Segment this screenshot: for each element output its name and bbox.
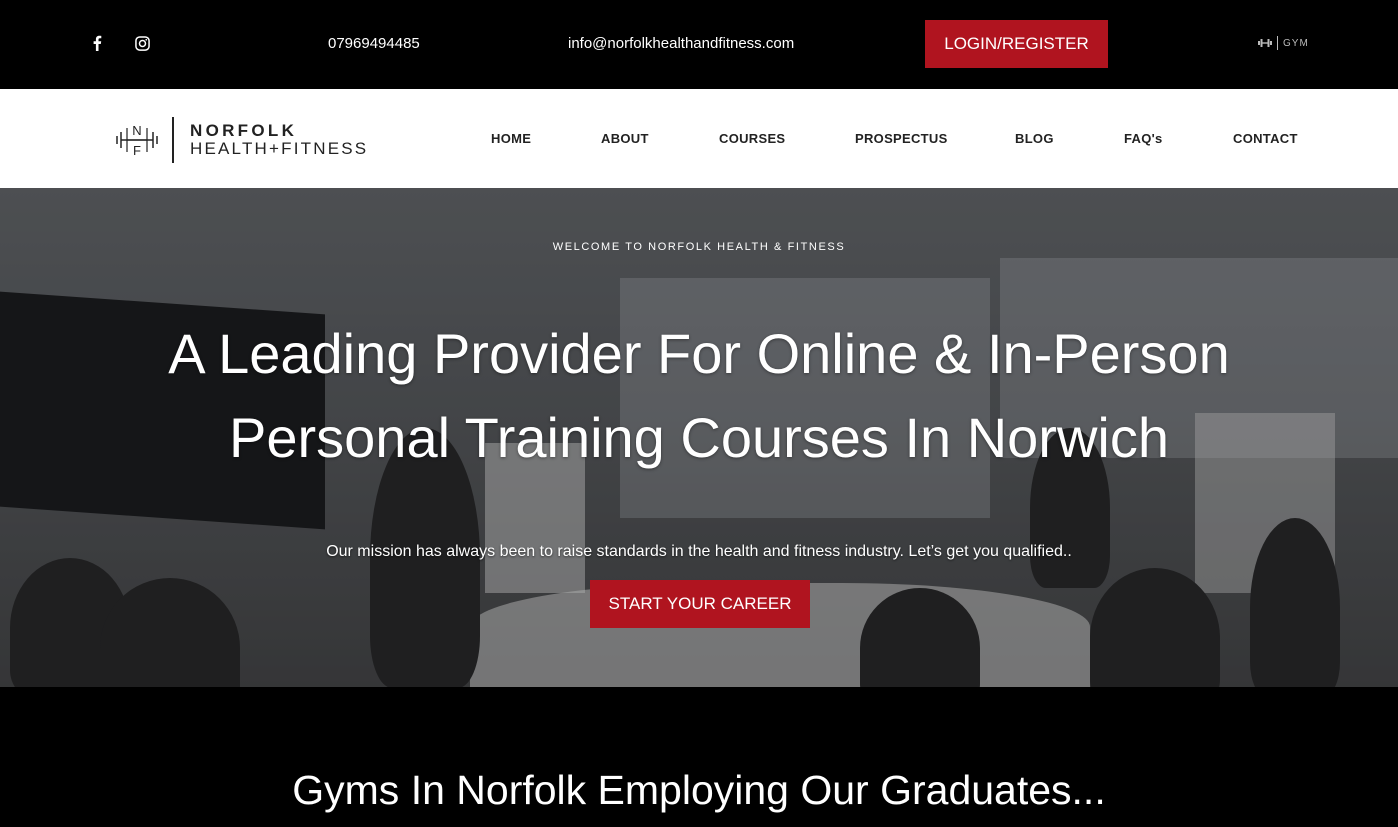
hero-title: A Leading Provider For Online & In-Perso… bbox=[0, 312, 1398, 480]
logo-divider bbox=[172, 117, 174, 163]
dumbbell-icon bbox=[1258, 39, 1272, 47]
hero-title-line1: A Leading Provider For Online & In-Perso… bbox=[168, 322, 1230, 385]
email-address[interactable]: info@norfolkhealthandfitness.com bbox=[568, 35, 794, 52]
nav-item-contact[interactable]: CONTACT bbox=[1233, 131, 1298, 146]
instagram-icon[interactable] bbox=[133, 34, 151, 52]
graduates-section: Gyms In Norfolk Employing Our Graduates.… bbox=[0, 687, 1398, 827]
phone-number[interactable]: 07969494485 bbox=[328, 35, 420, 52]
hero-subtitle: Our mission has always been to raise sta… bbox=[326, 543, 1072, 560]
nav-item-prospectus[interactable]: PROSPECTUS bbox=[855, 131, 948, 146]
nav-item-blog[interactable]: BLOG bbox=[1015, 131, 1054, 146]
svg-text:F: F bbox=[133, 143, 141, 158]
brand-name-line1: NORFOLK bbox=[190, 121, 298, 140]
partner-logo-text: GYM bbox=[1283, 37, 1309, 49]
hero-title-line2: Personal Training Courses In Norwich bbox=[229, 406, 1169, 469]
hero-banner: WELCOME TO NORFOLK HEALTH & FITNESS A Le… bbox=[0, 188, 1398, 687]
hero-eyebrow: WELCOME TO NORFOLK HEALTH & FITNESS bbox=[552, 241, 846, 253]
facebook-icon[interactable] bbox=[88, 34, 106, 52]
top-bar: 07969494485 info@norfolkhealthandfitness… bbox=[0, 0, 1398, 86]
login-register-button[interactable]: LOGIN/REGISTER bbox=[925, 20, 1108, 68]
main-navigation: N F NORFOLK HEALTH+FITNESS HOME ABOUT CO… bbox=[0, 89, 1398, 188]
logo-divider bbox=[1277, 36, 1278, 50]
nav-item-courses[interactable]: COURSES bbox=[719, 131, 785, 146]
brand-wordmark: NORFOLK HEALTH+FITNESS bbox=[190, 122, 368, 158]
nav-item-faqs[interactable]: FAQ's bbox=[1124, 131, 1163, 146]
dumbbell-logo-icon: N F bbox=[116, 123, 158, 158]
brand-name-line2: HEALTH+FITNESS bbox=[190, 139, 369, 158]
svg-text:N: N bbox=[132, 123, 141, 138]
nav-item-home[interactable]: HOME bbox=[491, 131, 531, 146]
start-career-button[interactable]: START YOUR CAREER bbox=[590, 580, 810, 628]
section-title: Gyms In Norfolk Employing Our Graduates.… bbox=[292, 767, 1106, 813]
nav-item-about[interactable]: ABOUT bbox=[601, 131, 649, 146]
partner-gym-logo[interactable]: GYM bbox=[1258, 36, 1309, 50]
site-logo[interactable]: N F NORFOLK HEALTH+FITNESS bbox=[116, 117, 368, 163]
